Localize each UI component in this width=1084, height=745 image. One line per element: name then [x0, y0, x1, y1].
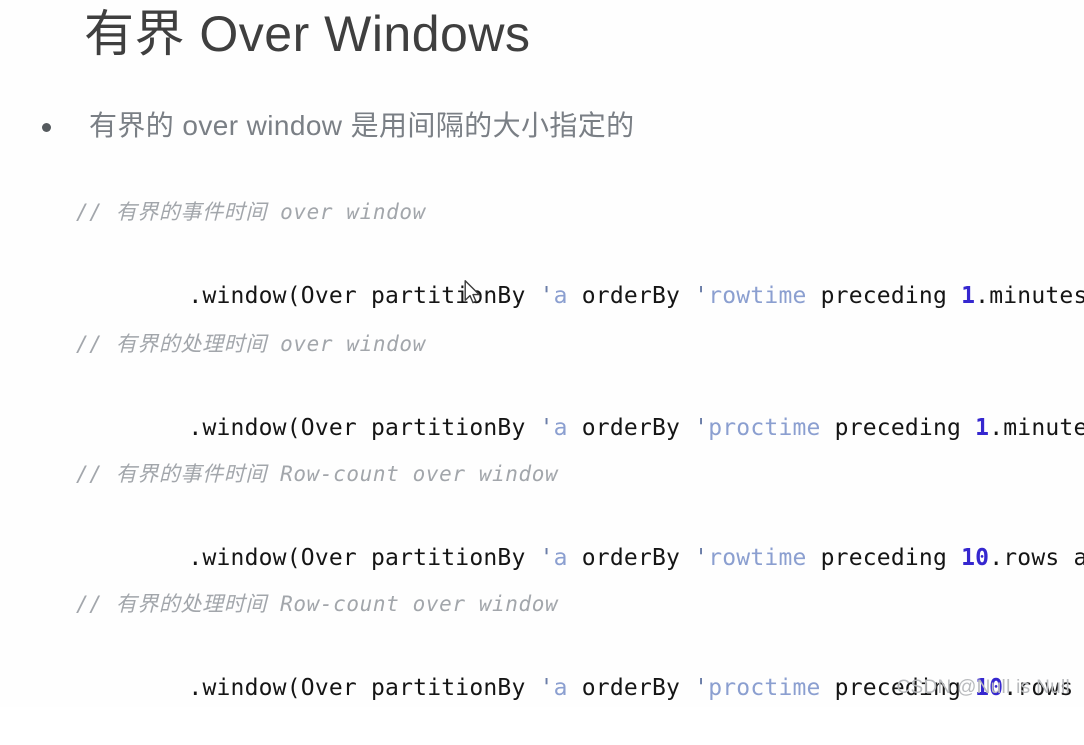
code-token-quote: ' [539, 283, 554, 309]
code-token-plain: orderBy [567, 415, 695, 441]
code-group: // 有界的处理时间 Row-count over window .window… [76, 585, 1076, 701]
code-token-symbol: proctime [708, 675, 821, 701]
code-token-plain: .window(Over partitionBy [188, 545, 540, 571]
code-token-plain: .window(Over partitionBy [188, 675, 540, 701]
code-token-plain: .minutes as [975, 283, 1084, 309]
code-token-symbol: proctime [708, 415, 821, 441]
code-token-quote: ' [694, 415, 709, 441]
bullet-item-label: 有界的 over window 是用间隔的大小指定的 [89, 110, 635, 141]
code-token-quote: ' [539, 675, 554, 701]
code-token-symbol: rowtime [708, 283, 807, 309]
code-block: // 有界的事件时间 over window .window(Over part… [76, 193, 1084, 701]
code-token-plain: preceding [806, 545, 962, 571]
code-comment: // 有界的事件时间 over window [76, 200, 426, 224]
code-token-plain: orderBy [567, 545, 695, 571]
page-title: 有界 Over Windows [84, 6, 531, 62]
code-token-plain: orderBy [567, 283, 695, 309]
code-token-symbol: a [553, 675, 568, 701]
code-token-plain: preceding [806, 283, 962, 309]
code-token-number: 10 [961, 545, 990, 571]
code-group: // 有界的事件时间 over window .window(Over part… [76, 193, 1084, 309]
code-token-quote: ' [539, 545, 554, 571]
code-token-plain: orderBy [567, 675, 695, 701]
watermark-label: CSDN @Null is Null [896, 677, 1070, 698]
bullet-dot-icon [42, 122, 51, 132]
code-token-plain: preceding [820, 415, 976, 441]
code-token-symbol: rowtime [708, 545, 807, 571]
code-token-quote: ' [539, 415, 554, 441]
code-token-symbol: a [553, 283, 568, 309]
code-token-quote: ' [694, 675, 709, 701]
code-token-symbol: a [553, 545, 568, 571]
code-token-plain: .window(Over partitionBy [188, 283, 540, 309]
code-token-plain: .window(Over partitionBy [188, 415, 540, 441]
code-comment: // 有界的事件时间 Row-count over window [76, 462, 559, 486]
code-group: // 有界的事件时间 Row-count over window .window… [76, 455, 1084, 571]
code-token-quote: ' [694, 283, 709, 309]
code-line: .window(Over partitionBy 'a orderBy 'row… [76, 501, 1084, 571]
code-comment: // 有界的处理时间 Row-count over window [76, 592, 559, 616]
code-token-plain: .rows as [989, 545, 1084, 571]
code-line: .window(Over partitionBy 'a orderBy 'pro… [76, 631, 1076, 701]
code-token-symbol: a [553, 415, 568, 441]
bullet-list-item: 有界的 over window 是用间隔的大小指定的 [42, 104, 635, 148]
code-line: .window(Over partitionBy 'a orderBy 'pro… [76, 371, 1084, 441]
code-token-quote: ' [694, 545, 709, 571]
code-token-plain: .minutes as [989, 415, 1084, 441]
slide-canvas: 有界 Over Windows 有界的 over window 是用间隔的大小指… [0, 0, 1084, 707]
code-line: .window(Over partitionBy 'a orderBy 'row… [76, 239, 1084, 309]
code-group: // 有界的处理时间 over window .window(Over part… [76, 325, 1084, 441]
code-token-number: 1 [961, 283, 976, 309]
code-token-number: 1 [975, 415, 990, 441]
code-comment: // 有界的处理时间 over window [76, 332, 426, 356]
